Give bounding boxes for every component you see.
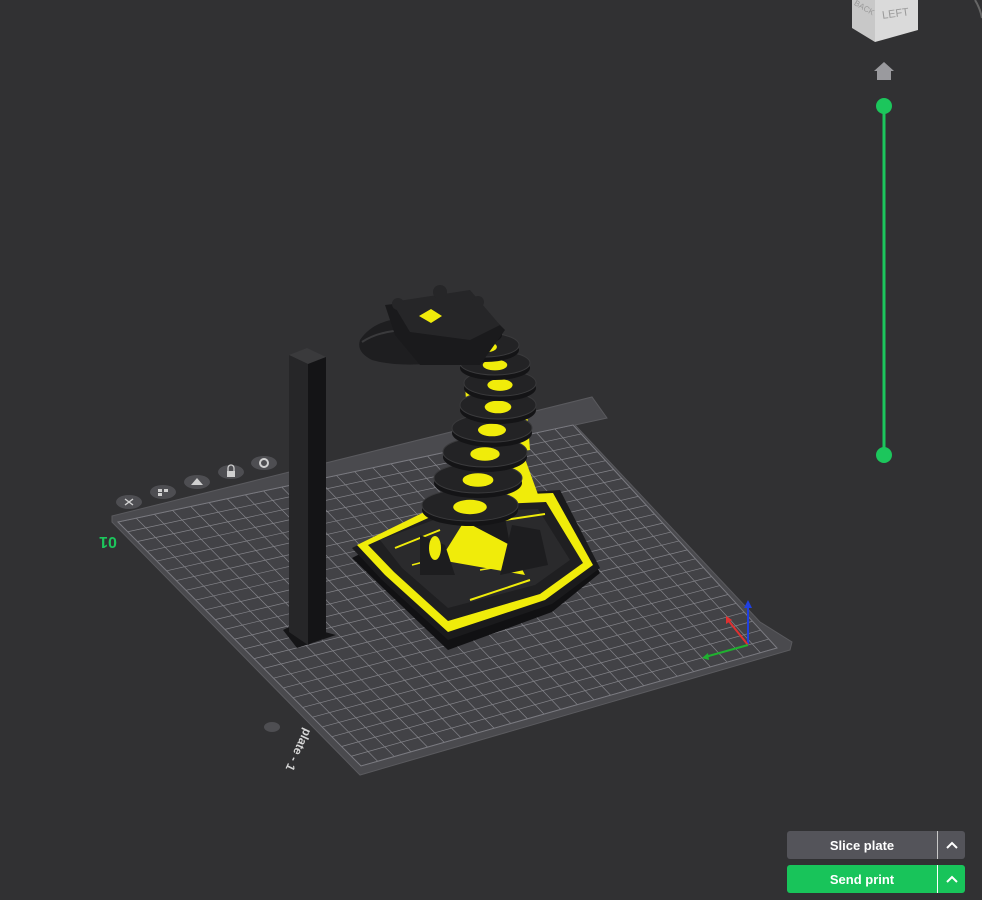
layer-slider-top-handle[interactable]: [876, 98, 892, 114]
home-icon[interactable]: [874, 62, 894, 80]
layer-slider-bottom-handle[interactable]: [876, 447, 892, 463]
arrange-icon[interactable]: [150, 485, 176, 499]
orient-icon[interactable]: [184, 475, 210, 489]
lock-icon[interactable]: [218, 464, 244, 479]
model-head: [359, 285, 505, 365]
slice-dropdown-button[interactable]: [938, 831, 965, 859]
nozzle-label: 01: [99, 533, 117, 550]
slice-plate-button[interactable]: Slice plate: [787, 831, 965, 859]
plate-name-tag: plate - 1: [264, 722, 315, 773]
navigation-cube[interactable]: LEFT BACK: [852, 0, 982, 42]
layer-slider[interactable]: [876, 98, 892, 463]
send-print-label[interactable]: Send print: [787, 865, 937, 893]
chevron-up-icon: [945, 841, 958, 849]
settings-icon[interactable]: [251, 456, 277, 470]
plate-name-label: plate - 1: [283, 726, 315, 773]
close-plate-icon[interactable]: [116, 495, 142, 509]
send-print-button[interactable]: Send print: [787, 865, 965, 893]
chevron-up-icon: [945, 875, 958, 883]
3d-viewport[interactable]: 01 plate - 1 LEFT BACK: [0, 0, 982, 900]
send-dropdown-button[interactable]: [938, 865, 965, 893]
slice-plate-label[interactable]: Slice plate: [787, 831, 937, 859]
